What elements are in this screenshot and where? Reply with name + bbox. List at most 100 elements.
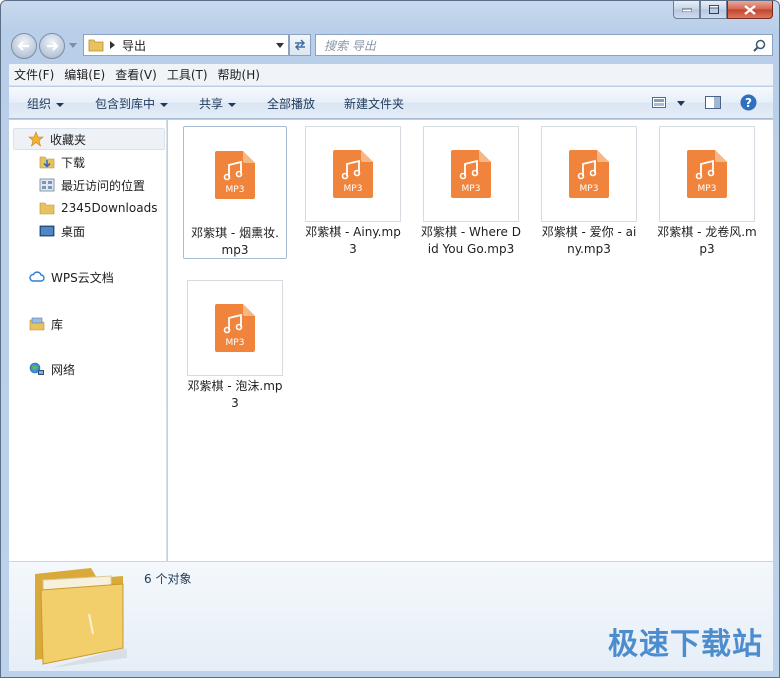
menu-tools[interactable]: 工具(T) bbox=[162, 66, 213, 83]
sidebar-item-label: 收藏夹 bbox=[50, 132, 87, 147]
desktop-icon bbox=[39, 223, 55, 239]
back-arrow-icon bbox=[17, 41, 29, 51]
sidebar-item-downloads[interactable]: 下载 bbox=[39, 152, 85, 172]
menu-help[interactable]: 帮助(H) bbox=[213, 66, 265, 83]
folder-icon bbox=[88, 39, 104, 52]
share-button[interactable]: 共享 bbox=[199, 95, 237, 112]
mp3-file-icon: MP3 bbox=[569, 150, 609, 198]
search-input[interactable]: 搜索 导出 bbox=[315, 34, 773, 56]
share-label: 共享 bbox=[199, 97, 224, 111]
mp3-file-icon: MP3 bbox=[215, 304, 255, 352]
details-pane: 6 个对象 极速下载站 bbox=[9, 561, 773, 671]
mp3-file-icon: MP3 bbox=[687, 150, 727, 198]
navigation-pane: 收藏夹 下载 最近访问的位置 2345Downloads 桌面 WPS云文档 库… bbox=[9, 120, 167, 561]
mp3-file-icon: MP3 bbox=[333, 150, 373, 198]
sidebar-item-label: 最近访问的位置 bbox=[61, 178, 146, 193]
file-item[interactable]: MP3 邓紫棋 - 龙卷风.mp3 bbox=[655, 126, 759, 258]
history-dropdown-icon[interactable] bbox=[69, 43, 77, 49]
minimize-button[interactable] bbox=[673, 1, 700, 19]
menu-view[interactable]: 查看(V) bbox=[110, 66, 162, 83]
refresh-button[interactable] bbox=[289, 34, 311, 56]
include-library-label: 包含到库中 bbox=[95, 97, 156, 111]
maximize-icon bbox=[708, 5, 719, 14]
menu-bar: 文件(F) 编辑(E) 查看(V) 工具(T) 帮助(H) bbox=[9, 64, 773, 86]
file-item[interactable]: MP3 邓紫棋 - 泡沫.mp3 bbox=[183, 280, 287, 412]
breadcrumb-current[interactable]: 导出 bbox=[122, 37, 146, 54]
sidebar-item-favorites[interactable]: 收藏夹 bbox=[13, 128, 165, 150]
folder-icon bbox=[39, 200, 55, 216]
refresh-icon bbox=[295, 39, 305, 51]
mp3-file-icon: MP3 bbox=[451, 150, 491, 198]
sidebar-item-label: 2345Downloads bbox=[61, 201, 158, 215]
file-item[interactable]: MP3 邓紫棋 - Where Did You Go.mp3 bbox=[419, 126, 523, 258]
back-button[interactable] bbox=[11, 33, 37, 59]
view-options-icon[interactable] bbox=[652, 97, 666, 108]
file-thumbnail: MP3 bbox=[659, 126, 755, 222]
maximize-button[interactable] bbox=[700, 1, 727, 19]
address-dropdown-icon[interactable] bbox=[276, 43, 284, 48]
star-icon bbox=[28, 131, 44, 147]
file-name: 邓紫琪 - 烟熏妆.mp3 bbox=[191, 226, 279, 257]
svg-text:MP3: MP3 bbox=[226, 338, 245, 348]
svg-text:?: ? bbox=[745, 96, 752, 110]
object-count: 6 个对象 bbox=[144, 572, 192, 586]
preview-pane-icon[interactable] bbox=[705, 96, 721, 109]
search-placeholder: 搜索 导出 bbox=[324, 38, 376, 53]
include-library-button[interactable]: 包含到库中 bbox=[95, 95, 169, 112]
file-list: MP3 邓紫琪 - 烟熏妆.mp3 MP3 邓紫棋 - Ainy.mp3 MP3… bbox=[168, 120, 773, 561]
explorer-window: 导出 搜索 导出 文件(F) 编辑(E) 查看(V) 工具(T) 帮助(H) 组… bbox=[0, 0, 780, 678]
play-all-button[interactable]: 全部播放 bbox=[267, 95, 315, 112]
svg-text:MP3: MP3 bbox=[462, 184, 481, 194]
sidebar-item-desktop[interactable]: 桌面 bbox=[39, 221, 85, 241]
close-button[interactable] bbox=[727, 1, 773, 19]
file-name: 邓紫棋 - 爱你 - ainy.mp3 bbox=[541, 225, 637, 256]
view-dropdown-icon[interactable] bbox=[677, 101, 685, 106]
svg-text:MP3: MP3 bbox=[226, 185, 245, 195]
chevron-down-icon bbox=[228, 102, 237, 107]
help-icon[interactable]: ? bbox=[740, 94, 757, 111]
sidebar-item-library[interactable]: 库 bbox=[29, 314, 63, 334]
sidebar-item-label: 库 bbox=[51, 317, 64, 332]
menu-edit[interactable]: 编辑(E) bbox=[59, 66, 110, 83]
forward-arrow-icon bbox=[47, 41, 59, 51]
file-thumbnail: MP3 bbox=[187, 127, 283, 223]
file-item[interactable]: MP3 邓紫琪 - 烟熏妆.mp3 bbox=[183, 126, 287, 259]
sidebar-item-network[interactable]: 网络 bbox=[29, 359, 75, 379]
menu-file[interactable]: 文件(F) bbox=[9, 66, 59, 83]
file-thumbnail: MP3 bbox=[541, 126, 637, 222]
file-name: 邓紫棋 - Ainy.mp3 bbox=[305, 225, 401, 256]
recent-places-icon bbox=[39, 177, 55, 193]
new-folder-button[interactable]: 新建文件夹 bbox=[344, 95, 404, 112]
command-bar: 组织 包含到库中 共享 全部播放 新建文件夹 ? bbox=[9, 87, 773, 119]
downloads-folder-icon bbox=[39, 154, 55, 170]
file-name: 邓紫棋 - Where Did You Go.mp3 bbox=[421, 225, 521, 256]
file-item[interactable]: MP3 邓紫棋 - 爱你 - ainy.mp3 bbox=[537, 126, 641, 258]
watermark-logo: 极速下载站 bbox=[608, 627, 763, 662]
large-folder-icon bbox=[35, 568, 127, 668]
file-name: 邓紫棋 - 龙卷风.mp3 bbox=[657, 225, 757, 256]
file-thumbnail: MP3 bbox=[187, 280, 283, 376]
sidebar-item-label: 网络 bbox=[51, 362, 76, 377]
cloud-icon bbox=[29, 269, 45, 285]
svg-text:MP3: MP3 bbox=[580, 184, 599, 194]
file-item[interactable]: MP3 邓紫棋 - Ainy.mp3 bbox=[301, 126, 405, 258]
forward-button[interactable] bbox=[39, 33, 65, 59]
file-name: 邓紫棋 - 泡沫.mp3 bbox=[187, 379, 283, 410]
organize-label: 组织 bbox=[27, 97, 52, 111]
file-thumbnail: MP3 bbox=[423, 126, 519, 222]
search-icon[interactable] bbox=[753, 39, 766, 52]
caption-buttons bbox=[673, 1, 773, 19]
sidebar-item-label: 下载 bbox=[61, 155, 86, 170]
chevron-down-icon bbox=[56, 102, 65, 107]
network-icon bbox=[29, 361, 45, 377]
organize-button[interactable]: 组织 bbox=[27, 95, 65, 112]
sidebar-item-label: 桌面 bbox=[61, 224, 86, 239]
breadcrumb-chevron-icon[interactable] bbox=[110, 41, 116, 49]
svg-text:MP3: MP3 bbox=[344, 184, 363, 194]
sidebar-item-2345downloads[interactable]: 2345Downloads bbox=[39, 198, 157, 218]
sidebar-item-recent[interactable]: 最近访问的位置 bbox=[39, 175, 145, 195]
sidebar-item-wps[interactable]: WPS云文档 bbox=[29, 267, 114, 287]
close-icon bbox=[744, 4, 756, 15]
address-bar[interactable]: 导出 bbox=[83, 34, 289, 56]
library-icon bbox=[29, 316, 45, 332]
